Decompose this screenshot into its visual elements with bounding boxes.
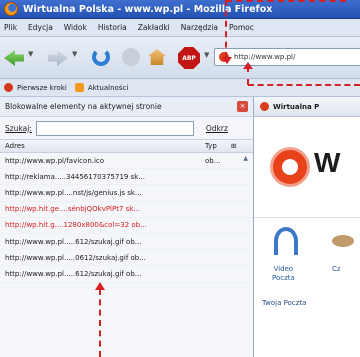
table-row[interactable]: http://www.wp.pl.....0612/szukaj.gif ob.… [0,250,253,267]
row-address: http://www.wp.pl.....0612/szukaj.gif ob.… [5,253,146,262]
table-row[interactable]: http://wp.hit.ge....sénbjQOkvPlPt7 sk... [0,202,253,218]
scroll-up-arrow-icon[interactable]: ▲ [243,155,248,162]
video-icon[interactable] [274,227,298,255]
tab-wirtualna-polska[interactable]: Wirtualna P [254,97,360,117]
annotation-line [226,0,346,2]
forward-dropdown-icon[interactable]: ▼ [72,50,77,58]
row-address: http://www.wp.pl.....612/szukaj.gif ob..… [5,237,142,246]
row-address: http://www.wp.pl....nst/js/genius.js sk.… [5,188,142,197]
menu-item-narzedzia[interactable]: Narzędzia [181,23,218,32]
sidebar-title: Blokowalne elementy na aktywnej stronie [5,102,162,111]
annotation-arrow-icon [243,62,253,69]
bookmark-label: Aktualności [87,83,129,92]
table-row[interactable]: http://www.wp.pl.....612/szukaj.gif ob..… [0,234,253,251]
adblock-dropdown-icon[interactable]: ▼ [204,51,209,59]
row-address: http://www.wp.pl.....612/szukaj.gif ob..… [5,269,142,278]
annotation-line [248,84,360,86]
column-header-type[interactable]: Typ [205,142,231,150]
table-row[interactable]: http://www.wp.pl....nst/js/genius.js sk.… [0,185,253,202]
wp-logo-text[interactable]: W [314,147,340,179]
title-bar: Wirtualna Polska - www.wp.pl - Mozilla F… [0,0,360,19]
bookmark-label: Pierwsze kroki [17,83,67,92]
annotation-arrow-icon [95,282,105,290]
twoja-poczta-link[interactable]: Twoja Poczta [262,299,306,307]
reload-icon[interactable] [92,48,110,66]
page-content: Wirtualna P W Video Poczta Cz Twoja Poczt… [254,97,360,357]
divider [254,217,360,218]
column-picker-icon[interactable]: ⊞ [231,142,243,150]
search-row: Szukaj: Odkrz [0,117,253,139]
window-title: Wirtualna Polska - www.wp.pl - Mozilla F… [23,3,273,15]
table-row[interactable]: http://wp.hit.g....1280x800&col=32 ob... [0,218,253,234]
table-row[interactable]: http://www.wp.pl.....612/szukaj.gif ob..… [0,266,253,283]
bookmark-aktualnosci[interactable]: Aktualności [74,83,129,92]
bookmark-pierwsze-kroki[interactable]: Pierwsze kroki [4,83,67,92]
navigation-toolbar: ▼ ▼ ABP ▼ http://www.wp.pl/ [0,37,360,79]
row-type: ob... [205,156,221,165]
video-poczta-label[interactable]: Video Poczta [272,265,295,283]
wp-logo-icon[interactable] [270,147,310,187]
annotation-line [99,289,101,357]
bookmark-favicon-icon [4,83,13,92]
blockable-items-list: ▲ http://www.wp.pl/favicon.ico ob... http… [0,153,253,283]
search-label: Szukaj: [5,123,32,133]
clear-search-button[interactable]: Odkrz [206,124,228,133]
column-header-address[interactable]: Adres [5,142,205,150]
close-icon[interactable]: × [237,101,248,112]
menu-item-widok[interactable]: Widok [64,23,87,32]
menu-item-historia[interactable]: Historia [98,23,127,32]
table-header: Adres Typ ⊞ [0,139,253,153]
menu-item-edycja[interactable]: Edycja [28,23,53,32]
home-icon[interactable] [148,49,166,65]
cz-label[interactable]: Cz [332,265,341,273]
sidebar-header: Blokowalne elementy na aktywnej stronie … [0,97,253,117]
table-row[interactable]: http://www.wp.pl/favicon.ico ob... [0,153,253,170]
menu-item-zakladki[interactable]: Zakładki [138,23,170,32]
row-address: http://wp.hit.ge....sénbjQOkvPlPt7 sk... [5,205,141,214]
rss-feed-icon [74,83,84,92]
annotation-arrow-icon [222,57,232,64]
adblock-plus-label: ABP [182,54,196,62]
row-address: http://wp.hit.g....1280x800&col=32 ob... [5,221,147,230]
firefox-logo-icon [4,2,18,16]
forward-arrow-icon[interactable] [48,50,68,66]
url-text: http://www.wp.pl/ [234,53,296,61]
row-address: http://www.wp.pl/favicon.ico [5,156,105,165]
menu-item-plik[interactable]: Plik [4,23,17,32]
annotation-line [225,0,227,58]
table-row[interactable]: http://reklama.....34456170375719 sk... [0,169,253,186]
menu-item-pomoc[interactable]: Pomoc [229,23,254,32]
row-address: http://reklama.....34456170375719 sk... [5,172,145,181]
tab-label: Wirtualna P [273,102,320,111]
back-dropdown-icon[interactable]: ▼ [28,50,33,58]
url-bar[interactable]: http://www.wp.pl/ [214,48,360,66]
back-arrow-icon[interactable] [4,50,24,66]
search-input[interactable] [35,120,194,136]
site-favicon-icon [260,102,269,111]
blockable-items-sidebar: Blokowalne elementy na aktywnej stronie … [0,97,254,357]
bookmarks-bar: Pierwsze kroki Aktualności [0,79,360,97]
adblock-plus-button[interactable]: ABP [178,47,200,69]
stop-icon[interactable] [122,48,140,66]
cz-service-icon[interactable] [332,235,354,247]
menu-bar: Plik Edycja Widok Historia Zakładki Narz… [0,19,360,37]
